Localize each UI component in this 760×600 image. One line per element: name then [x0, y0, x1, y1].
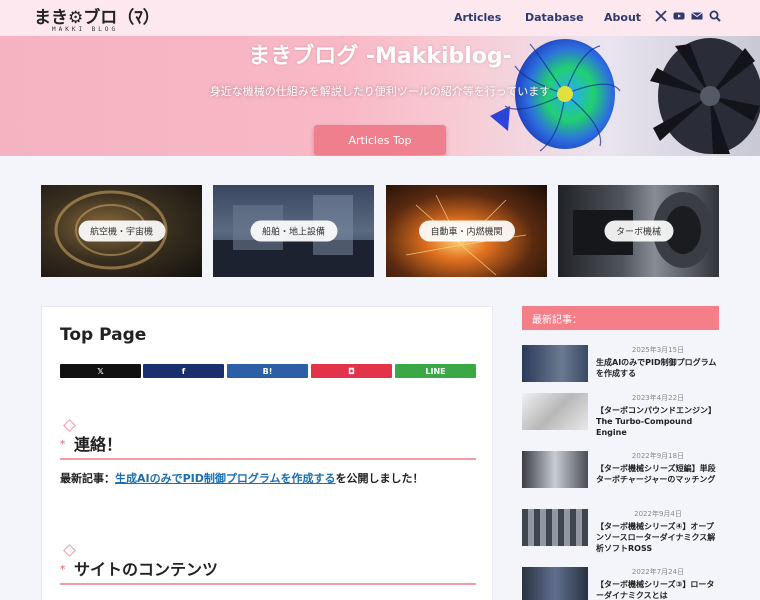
- site-header: まき⚙ブロ（ﾏ） MAKKI BLOG Articles Database Ab…: [0, 0, 760, 36]
- latest-notice: 最新記事：生成AIのみでPID制御プログラムを作成するを公開しました！: [60, 470, 424, 486]
- share-facebook-button[interactable]: f: [143, 364, 224, 378]
- sidebar-post[interactable]: 2022年7月24日 【ターボ機械シリーズ③】ローターダイナミクスとは: [522, 567, 719, 600]
- hero-subtitle: 身近な機械の仕組みを解説したり便利ツールの紹介等を行っています: [209, 85, 551, 98]
- x-icon[interactable]: [655, 10, 667, 22]
- youtube-icon[interactable]: [673, 10, 685, 22]
- post-date: 2022年7月24日: [631, 568, 685, 576]
- category-card-ships[interactable]: 船舶・地上設備: [213, 185, 374, 277]
- notice-article-link[interactable]: 生成AIのみでPID制御プログラムを作成する: [115, 472, 336, 485]
- sidebar-post[interactable]: 2025年3月15日 生成AIのみでPID制御プログラムを作成する: [522, 345, 719, 395]
- post-title[interactable]: 生成AIのみでPID制御プログラムを作成する: [596, 357, 720, 379]
- nav-database[interactable]: Database: [525, 11, 584, 24]
- category-label: 航空機・宇宙機: [77, 220, 166, 242]
- asterisk-icon: *: [60, 439, 66, 450]
- post-date: 2022年9月18日: [631, 452, 685, 460]
- articles-top-button[interactable]: Articles Top: [314, 125, 446, 155]
- hero-banner: まきブログ -Makkiblog- 身近な機械の仕組みを解説したり便利ツールの紹…: [0, 36, 760, 156]
- share-pocket-button[interactable]: ◘: [311, 364, 392, 378]
- page-title: Top Page: [60, 325, 147, 345]
- sidebar-heading: 最新記事：: [522, 306, 719, 330]
- nav-about[interactable]: About: [604, 11, 641, 24]
- hero-title: まきブログ -Makkiblog-: [248, 44, 512, 69]
- diamond-icon: [63, 419, 76, 432]
- heading-text: サイトのコンテンツ: [74, 560, 219, 579]
- post-thumbnail[interactable]: [522, 567, 588, 600]
- post-title[interactable]: 【ターボ機械シリーズ④】オープンソースローターダイナミクス解析ソフトROSS: [596, 521, 720, 554]
- share-line-button[interactable]: LINE: [395, 364, 476, 378]
- main-content: Top Page 𝕏 f B! ◘ LINE * 連絡！ 最新記事：生成AIのみ…: [41, 306, 493, 600]
- heading-text: 連絡！: [74, 435, 123, 454]
- search-icon[interactable]: [709, 10, 721, 22]
- category-label: 船舶・地上設備: [249, 220, 338, 242]
- diamond-icon: [63, 544, 76, 557]
- notice-suffix: を公開しました！: [335, 472, 424, 485]
- category-card-turbo[interactable]: ターボ機械: [558, 185, 719, 277]
- post-date: 2022年9月4日: [634, 510, 682, 518]
- asterisk-icon: *: [60, 564, 66, 575]
- category-card-aircraft[interactable]: 航空機・宇宙機: [41, 185, 202, 277]
- logo-text: まき⚙ブロ（ﾏ）: [34, 8, 160, 28]
- post-date: 2023年4月22日: [631, 394, 685, 402]
- post-title[interactable]: 【ターボコンパウンドエンジン】The Turbo-Compound Engine: [596, 405, 720, 438]
- section-heading-contents: * サイトのコンテンツ: [60, 544, 476, 585]
- sidebar-post[interactable]: 2022年9月4日 【ターボ機械シリーズ④】オープンソースローターダイナミクス解…: [522, 509, 719, 559]
- post-thumbnail[interactable]: [522, 509, 588, 546]
- category-card-automotive[interactable]: 自動車・内燃機関: [386, 185, 547, 277]
- post-thumbnail[interactable]: [522, 393, 588, 430]
- post-thumbnail[interactable]: [522, 451, 588, 488]
- share-x-button[interactable]: 𝕏: [60, 364, 141, 378]
- notice-prefix: 最新記事：: [60, 472, 115, 485]
- category-label: ターボ機械: [603, 220, 674, 242]
- category-label: 自動車・内燃機関: [418, 220, 515, 242]
- nav-articles[interactable]: Articles: [454, 11, 501, 24]
- site-logo[interactable]: まき⚙ブロ（ﾏ） MAKKI BLOG: [34, 3, 160, 33]
- post-thumbnail[interactable]: [522, 345, 588, 382]
- post-date: 2025年3月15日: [631, 346, 685, 354]
- sidebar-post[interactable]: 2023年4月22日 【ターボコンパウンドエンジン】The Turbo-Comp…: [522, 393, 719, 443]
- post-title[interactable]: 【ターボ機械シリーズ③】ローターダイナミクスとは: [596, 579, 720, 600]
- section-heading-notice: * 連絡！: [60, 419, 476, 460]
- post-title[interactable]: 【ターボ機械シリーズ短編】単段ターボチャージャーのマッチング: [596, 463, 720, 485]
- sidebar-post[interactable]: 2022年9月18日 【ターボ機械シリーズ短編】単段ターボチャージャーのマッチン…: [522, 451, 719, 501]
- header-icons: [655, 10, 721, 22]
- mail-icon[interactable]: [691, 10, 703, 22]
- share-hatena-button[interactable]: B!: [227, 364, 308, 378]
